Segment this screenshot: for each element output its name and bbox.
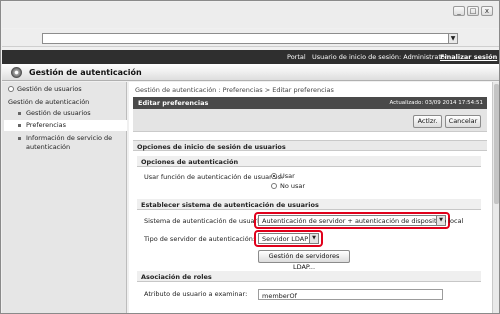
cancel-button[interactable]: Cancelar bbox=[445, 115, 481, 128]
maximize-button[interactable]: □ bbox=[467, 6, 479, 16]
address-bar: ▼ bbox=[2, 29, 499, 47]
login-user-label: Usuario de inicio de sesión: Administrat… bbox=[312, 53, 448, 61]
section-header-login-options: Opciones de inicio de sesión de usuarios bbox=[133, 140, 487, 151]
page-title-bar: Editar preferencias Actualizado: 03/09 2… bbox=[133, 97, 487, 109]
subsection-title: Establecer sistema de autenticación de u… bbox=[141, 200, 319, 209]
window-titlebar: _ □ x bbox=[2, 2, 499, 28]
vertical-scrollbar[interactable] bbox=[492, 82, 499, 313]
minimize-button[interactable]: _ bbox=[453, 6, 465, 16]
sidebar-section-authentication[interactable]: Gestión de autenticación bbox=[8, 98, 89, 106]
auth-system-value: Autenticación de servidor + autenticació… bbox=[262, 217, 464, 225]
auth-system-select[interactable]: Autenticación de servidor + autenticació… bbox=[258, 215, 463, 226]
url-input[interactable]: ▼ bbox=[42, 33, 458, 44]
subsection-title: Asociación de roles bbox=[141, 272, 212, 281]
bullet-icon bbox=[18, 124, 21, 127]
sidebar-item-user-management[interactable]: Gestión de usuarios bbox=[17, 85, 82, 93]
logout-link[interactable]: Finalizar sesión bbox=[440, 53, 497, 61]
portal-link[interactable]: Portal bbox=[287, 53, 306, 61]
section-title: Opciones de inicio de sesión de usuarios bbox=[137, 142, 286, 151]
app-header: Gestión de autenticación bbox=[2, 64, 499, 81]
action-button-row: Actlzr. Cancelar bbox=[133, 109, 487, 132]
radio-use-label: Usar bbox=[280, 172, 295, 180]
server-type-select[interactable]: Servidor LDAP ▼ bbox=[258, 233, 319, 244]
chevron-down-icon[interactable]: ▼ bbox=[309, 234, 318, 243]
user-attribute-label: Atributo de usuario a examinar: bbox=[144, 290, 248, 298]
user-attribute-input[interactable]: memberOf bbox=[258, 289, 443, 300]
sidebar: Gestión de usuarios Gestión de autentica… bbox=[2, 82, 127, 313]
radio-no-use-label: No usar bbox=[280, 182, 306, 190]
sidebar-item-users[interactable]: Gestión de usuarios bbox=[26, 109, 91, 117]
server-type-value: Servidor LDAP bbox=[262, 235, 309, 243]
radio-no-use[interactable] bbox=[271, 183, 277, 189]
browser-window: _ □ x ▼ Portal Usuario de inicio de sesi… bbox=[0, 0, 500, 314]
scrollbar-thumb[interactable] bbox=[494, 84, 499, 204]
bullet-icon bbox=[18, 137, 21, 140]
subsection-auth-system: Establecer sistema de autenticación de u… bbox=[137, 199, 481, 210]
bullet-icon bbox=[18, 112, 21, 115]
chevron-down-icon[interactable]: ▼ bbox=[436, 216, 445, 225]
sidebar-item-preferences[interactable]: Preferencias bbox=[26, 121, 66, 129]
main-content: Gestión de autenticación : Preferencias … bbox=[129, 82, 492, 313]
user-attribute-value: memberOf bbox=[262, 291, 297, 300]
ldap-server-management-button[interactable]: Gestión de servidores LDAP... bbox=[258, 250, 350, 271]
subsection-auth-options: Opciones de autenticación bbox=[137, 156, 481, 167]
radio-use[interactable] bbox=[271, 173, 277, 179]
subsection-title: Opciones de autenticación bbox=[141, 157, 239, 166]
top-nav-bar: Portal Usuario de inicio de sesión: Admi… bbox=[2, 50, 499, 64]
chevron-down-icon[interactable]: ▼ bbox=[448, 34, 457, 43]
auth-function-label: Usar función de autenticación de usuario… bbox=[144, 173, 284, 181]
breadcrumb: Gestión de autenticación : Preferencias … bbox=[135, 86, 334, 94]
apply-button[interactable]: Actlzr. bbox=[413, 115, 442, 128]
auth-system-label: Sistema de autenticación de usuarios: bbox=[144, 217, 269, 225]
page-title: Editar preferencias bbox=[138, 99, 209, 107]
subsection-role-association: Asociación de roles bbox=[137, 271, 481, 282]
authentication-icon bbox=[11, 67, 22, 78]
close-button[interactable]: x bbox=[481, 6, 493, 16]
app-title: Gestión de autenticación bbox=[29, 68, 142, 77]
updated-timestamp: Actualizado: 03/09 2014 17:54:51 bbox=[389, 99, 483, 106]
user-management-icon bbox=[8, 86, 14, 92]
sidebar-item-auth-service-info-line2[interactable]: autenticación bbox=[26, 143, 70, 151]
server-type-label: Tipo de servidor de autenticación: bbox=[144, 235, 256, 243]
sidebar-item-auth-service-info[interactable]: Información de servicio de bbox=[26, 134, 112, 142]
